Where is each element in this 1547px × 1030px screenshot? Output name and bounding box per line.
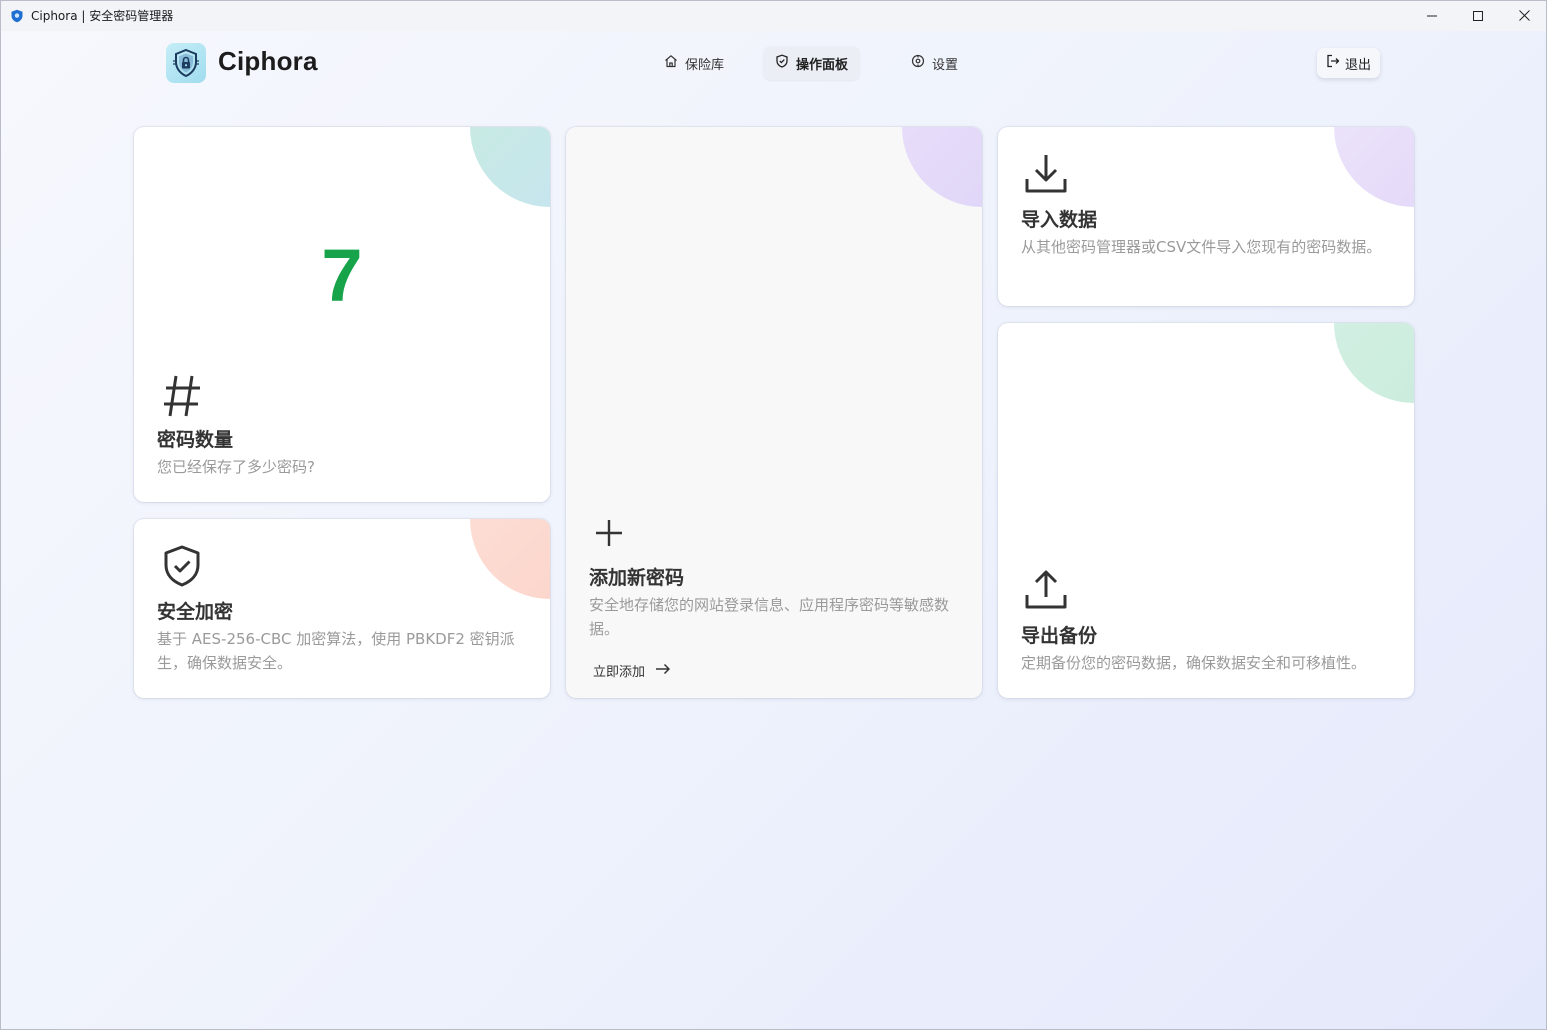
logout-button[interactable]: 退出 <box>1317 48 1381 78</box>
card-title: 添加新密码 <box>589 567 685 589</box>
password-count-value: 7 <box>321 234 363 317</box>
home-icon <box>664 54 678 72</box>
card-description: 您已经保存了多少密码? <box>157 458 315 476</box>
add-password-card[interactable]: 添加新密码 安全地存储您的网站登录信息、应用程序密码等敏感数据。 立即添加 <box>566 127 982 698</box>
card-description: 基于 AES-256-CBC 加密算法，使用 PBKDF2 密钥派生，确保数据安… <box>157 630 515 672</box>
export-backup-card[interactable]: 导出备份 定期备份您的密码数据，确保数据安全和可移植性。 <box>998 323 1414 698</box>
nav-settings[interactable]: 设置 <box>899 46 970 80</box>
card-title: 导入数据 <box>1021 209 1098 231</box>
arrow-right-icon <box>655 663 671 679</box>
add-now-link[interactable]: 立即添加 <box>593 661 671 680</box>
card-decoration <box>470 127 550 207</box>
hash-icon <box>162 373 202 423</box>
brand-name: Ciphora <box>218 46 318 76</box>
plus-icon <box>594 518 624 552</box>
app-header: Ciphora 保险库 操作面板 设置 退出 <box>0 31 1547 95</box>
close-button[interactable] <box>1501 0 1547 31</box>
card-decoration <box>902 127 982 207</box>
card-decoration <box>1334 323 1414 403</box>
logout-label: 退出 <box>1345 57 1372 73</box>
shield-check-icon <box>160 544 204 592</box>
title-bar: Ciphora | 安全密码管理器 <box>0 0 1547 31</box>
download-icon <box>1024 153 1068 199</box>
upload-icon <box>1024 569 1068 615</box>
nav-settings-label: 设置 <box>932 57 959 73</box>
encryption-info-card: 安全加密 基于 AES-256-CBC 加密算法，使用 PBKDF2 密钥派生，… <box>134 519 550 698</box>
password-count-card[interactable]: 7 密码数量 您已经保存了多少密码? <box>134 127 550 502</box>
card-title: 安全加密 <box>157 601 234 623</box>
nav-dashboard[interactable]: 操作面板 <box>763 46 861 80</box>
maximize-button[interactable] <box>1455 0 1501 31</box>
nav-dashboard-label: 操作面板 <box>796 57 849 73</box>
add-now-label: 立即添加 <box>593 665 646 680</box>
nav-vault-label: 保险库 <box>685 57 725 73</box>
card-decoration <box>1334 127 1414 207</box>
settings-icon <box>911 54 925 72</box>
card-description: 定期备份您的密码数据，确保数据安全和可移植性。 <box>1021 654 1367 672</box>
card-description: 从其他密码管理器或CSV文件导入您现有的密码数据。 <box>1021 238 1382 256</box>
shield-check-icon <box>775 54 789 72</box>
nav-vault[interactable]: 保险库 <box>652 46 736 80</box>
shield-lock-icon <box>166 43 206 83</box>
window-title: Ciphora | 安全密码管理器 <box>31 9 174 23</box>
logout-icon <box>1326 54 1340 72</box>
card-description: 安全地存储您的网站登录信息、应用程序密码等敏感数据。 <box>589 596 950 638</box>
card-title: 密码数量 <box>157 429 234 451</box>
card-decoration <box>470 519 550 599</box>
card-title: 导出备份 <box>1021 625 1098 647</box>
shield-icon <box>10 8 24 23</box>
import-data-card[interactable]: 导入数据 从其他密码管理器或CSV文件导入您现有的密码数据。 <box>998 127 1414 306</box>
minimize-button[interactable] <box>1409 0 1455 31</box>
